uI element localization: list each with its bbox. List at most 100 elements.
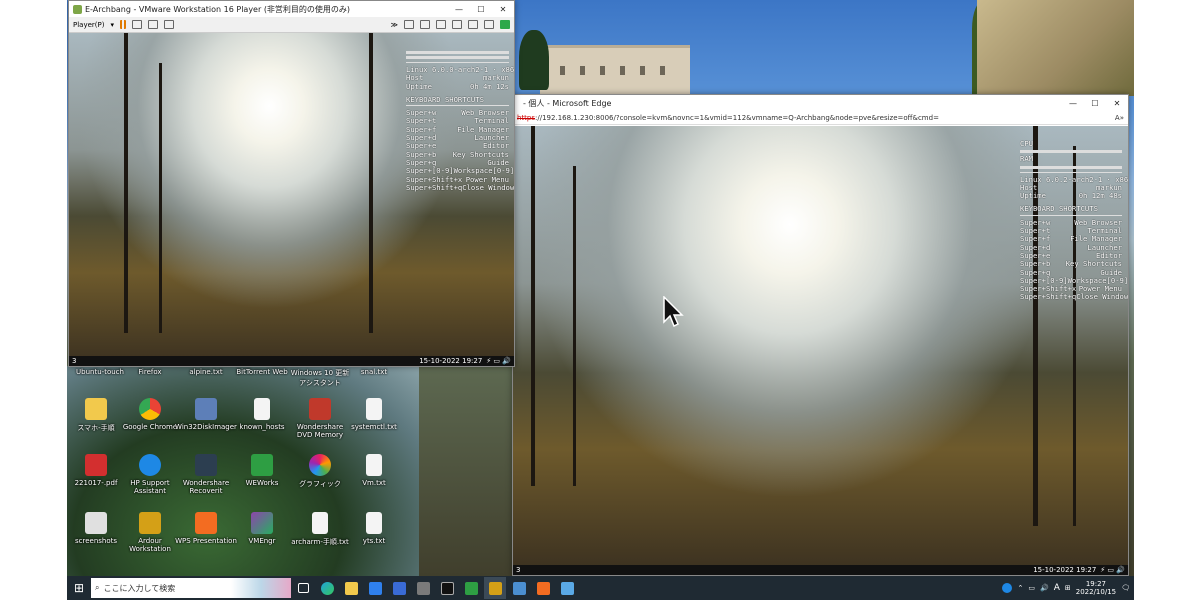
desktop-icon-archarm[interactable]: archarm-手順.txt [289,512,351,547]
vmware-vm-display[interactable]: Linux 6.0.0-arch2-1 · x86_64 Hostmarkun … [69,33,514,366]
chevron-up-icon[interactable]: ⌃ [1017,584,1023,592]
calculator-icon[interactable] [412,577,434,599]
weworks-taskbar-icon[interactable] [460,577,482,599]
file-icon [366,454,382,476]
taskbar-search[interactable]: ⌕ ここに入力して検索 [91,578,291,598]
chevron-down-icon[interactable]: ▾ [110,21,114,29]
desktop-icon-systemctl[interactable]: systemctl.txt [343,398,405,431]
ardour-icon [139,512,161,534]
graphics-icon [309,454,331,476]
shortcuts-title: KEYBOARD SHORTCUTS [406,94,484,104]
clock-date: 2022/10/15 [1075,588,1117,596]
virtualbox-icon[interactable] [508,577,530,599]
url-protocol: https [517,113,536,122]
folder-icon [85,398,107,420]
edge-taskbar-icon[interactable] [316,577,338,599]
task-view-icon[interactable] [292,577,314,599]
message-icon[interactable] [500,20,510,29]
minimize-icon[interactable]: — [1062,99,1084,108]
desktop-icon-ardour[interactable]: Ardour Workstation [119,512,181,553]
device-icon[interactable] [404,20,414,29]
edge-window[interactable]: - 個人 - Microsoft Edge — ☐ ✕ https ://192… [512,94,1129,576]
desktop-icon-firefox[interactable]: Firefox [119,368,181,376]
device-icon[interactable] [452,20,462,29]
search-icon: ⌕ [95,583,100,592]
desktop-icon-win32diskimager[interactable]: Win32DiskImager [175,398,237,431]
workspace-indicator[interactable]: 3 [516,566,520,574]
search-placeholder: ここに入力して検索 [103,583,176,593]
uptime-value: 0h 12m 48s [1078,191,1122,201]
help-icon [139,454,161,476]
desktop-icon-bittorrent[interactable]: BitTorrent Web [231,368,293,376]
more-icon[interactable]: ≫ [391,21,398,29]
url-text: ://192.168.1.230:8006/?console=kvm&novnc… [535,113,939,122]
unity-icon[interactable] [163,20,174,29]
desktop-icon-wps[interactable]: WPS Presentation [175,512,237,545]
tray-icons: ⚡ ▭ 🔊 [486,357,511,365]
ime-indicator[interactable]: A [1054,583,1060,593]
notification-icon[interactable]: 🗨 [1121,584,1130,592]
player-menu[interactable]: Player(P) [73,21,104,29]
device-icon[interactable] [436,20,446,29]
desktop-icon-snal[interactable]: snal.txt [343,368,405,376]
read-aloud-icon[interactable]: A» [1115,114,1124,122]
volume-icon[interactable]: 🔊 [1040,584,1049,592]
desktop-icon-vmengr[interactable]: VMEngr [231,512,293,545]
close-icon[interactable]: ✕ [1106,99,1128,108]
desktop-icon-screenshots[interactable]: screenshots [67,512,127,545]
file-icon [254,398,270,420]
mouse-pointer-icon [663,296,684,328]
dvd-icon [309,398,331,420]
minimize-icon[interactable]: — [448,5,470,14]
cpu-bar [406,51,509,54]
cpu-bar [1020,150,1122,154]
desktop-icon-smartphone-folder[interactable]: スマホ-手順 [67,398,127,433]
desktop-icon-dvd-memory[interactable]: Wondershare DVD Memory [289,398,351,439]
clock[interactable]: 19:27 2022/10/15 [1076,580,1116,596]
vmware-window[interactable]: E-Archbang - VMware Workstation 16 Playe… [68,0,515,367]
mail-icon[interactable] [364,577,386,599]
device-icon[interactable] [420,20,430,29]
terminal-icon[interactable] [436,577,458,599]
network-icon[interactable]: ▭ [1028,584,1035,592]
fullscreen-icon[interactable] [147,20,158,29]
desktop-screen: Ubuntu-touch Firefox alpine.txt BitTorre… [67,0,1134,600]
shortcut-row: Super+Shift+q Close Window [406,182,514,192]
desktop-icon-alpine[interactable]: alpine.txt [175,368,237,376]
pause-icon[interactable] [119,20,126,29]
vmware-titlebar[interactable]: E-Archbang - VMware Workstation 16 Playe… [69,1,514,17]
desktop-icon-win10-update[interactable]: Windows 10 更新アシスタント [289,368,351,388]
vm-taskbar-icon[interactable] [484,577,506,599]
desktop-icon-pdf[interactable]: 221017-.pdf [67,454,127,487]
device-icon[interactable] [468,20,478,29]
workspace-indicator[interactable]: 3 [72,357,76,365]
desktop-icon-weworks[interactable]: WEWorks [231,454,293,487]
desktop-icon-recoverit[interactable]: Wondershare Recoverit [175,454,237,495]
desktop-icon-hp-support[interactable]: HP Support Assistant [119,454,181,495]
edge-titlebar[interactable]: - 個人 - Microsoft Edge — ☐ ✕ [513,95,1128,111]
windows-start-icon[interactable]: ⊞ [67,576,91,600]
app-icon[interactable] [556,577,578,599]
remote-desktop-icon[interactable] [388,577,410,599]
wallpaper-castle [540,45,690,95]
desktop-icon-vm-txt[interactable]: Vm.txt [343,454,405,487]
desktop-icon-graphics[interactable]: グラフィック [289,454,351,489]
folder-icon [85,512,107,534]
desktop-icon-chrome[interactable]: Google Chrome [119,398,181,431]
maximize-icon[interactable]: ☐ [470,5,492,14]
edge-vm-display[interactable]: CPU RAM Linux 6.0.2-arch2-1 · x86_64 Hos… [513,126,1128,575]
edge-address-bar[interactable]: https ://192.168.1.230:8006/?console=kvm… [513,111,1128,125]
help-icon[interactable] [1002,583,1013,593]
file-explorer-icon[interactable] [340,577,362,599]
ime-mode-icon[interactable]: ⊞ [1065,584,1071,592]
maximize-icon[interactable]: ☐ [1084,99,1106,108]
shortcut-row: Super+Shift+q Close Window [1020,292,1128,302]
send-keys-icon[interactable] [131,20,142,29]
close-icon[interactable]: ✕ [492,5,514,14]
desktop-icon-yts[interactable]: yts.txt [343,512,405,545]
ram-bar [406,56,509,59]
app-icon[interactable] [532,577,554,599]
device-icon[interactable] [484,20,494,29]
vm-clock: 15-10-2022 19:27 [419,357,483,365]
desktop-icon-known-hosts[interactable]: known_hosts [231,398,293,431]
